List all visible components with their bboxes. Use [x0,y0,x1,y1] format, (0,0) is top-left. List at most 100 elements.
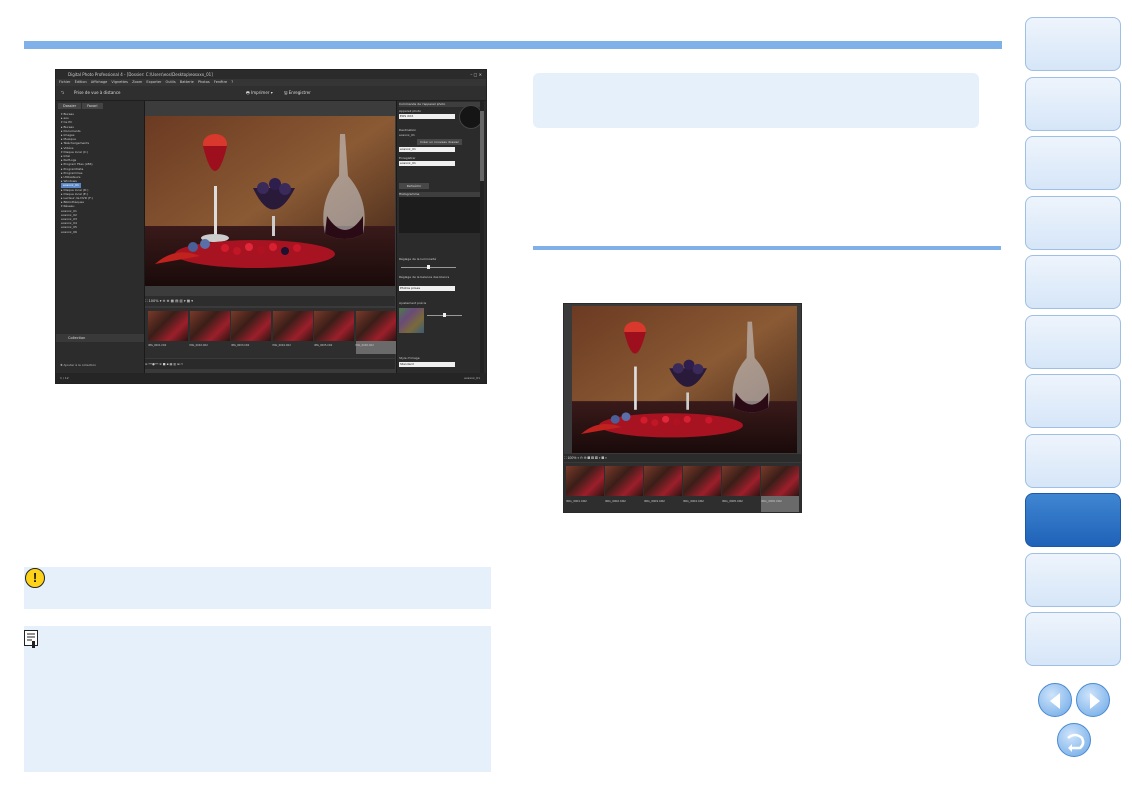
folder-tabs: Dossier Favori [58,103,104,109]
save-button[interactable]: 🖫 Enregistrer [284,86,311,100]
zoom-level[interactable]: 100% [149,299,159,303]
chapter-tab[interactable] [1025,612,1121,666]
chapter-tab[interactable] [1025,195,1121,250]
camera-control-panel: Commande de l'appareil photo Appareil ph… [396,101,486,373]
back-arrow-icon[interactable]: ⮌ [61,86,64,100]
thumbnail-filename: IMG_0001.CR2 [566,499,587,503]
viewer-screenshot: ⛶ 100% ▾ ⊖ ⊕ ▦ ▤ ▥ ▾ ▦ ▾ IMG_0001.CR2 IMG… [563,303,802,513]
thumbnail[interactable]: IMG_0003.CR2 [644,466,682,512]
color-grid[interactable] [399,308,424,333]
caution-box [24,567,491,609]
menu-item[interactable]: Batterie [180,80,194,84]
chapter-tab[interactable] [1025,493,1121,547]
wb-field[interactable]: Photos prises [399,286,455,291]
save-name-field[interactable]: eosxxx_01 [399,161,455,166]
camera-field[interactable]: EOS XXX [399,114,455,119]
histogram [399,197,481,233]
destination-label: Destination [399,128,417,132]
tone-label: Ajustement précis [399,301,427,305]
thumbnail[interactable]: IMG_0002.CR2 [605,466,643,512]
return-icon[interactable] [1057,723,1091,757]
prev-page-icon[interactable] [1038,683,1072,717]
brightness-knob[interactable] [427,265,430,269]
thumbnail[interactable]: IMG_0001.CR2 [566,466,604,512]
thumbnail[interactable]: IMG_0002.CR2 [189,311,230,354]
menu-item[interactable]: Fichier [59,80,70,84]
zoom-level[interactable]: 100% [567,456,576,460]
thumbnail[interactable]: IMG_0003.CR2 [231,311,271,354]
status-bar: 1 / 12 eosxxx_01 [56,373,486,383]
tab-favorite[interactable]: Favori [82,103,103,109]
thumbnail[interactable]: IMG_0006.CR2 [355,311,396,354]
add-collection-button[interactable]: ✚ Ajouter à la collection [60,363,96,367]
menu-item[interactable]: Outils [166,80,176,84]
thumbnail-filename: IMG_0003.CR2 [644,499,665,503]
dpp-screenshot: Digital Photo Professional 4 - [Dossier:… [55,69,487,384]
app-toolbar: ⮌ Prise de vue à distance 🖶 Imprimer ▾ 🖫… [56,86,486,101]
chapter-tab[interactable] [1025,17,1121,71]
thumbnail-image [683,466,721,496]
print-label: Imprimer [251,90,270,95]
window-controls[interactable]: – □ ✕ [470,70,482,79]
menu-bar: Fichier Édition Affichage Vignettes Zoom… [56,79,486,86]
thumbnail-image [189,311,230,341]
next-page-icon[interactable] [1076,683,1110,717]
tab-folder[interactable]: Dossier [58,103,82,109]
thumbnail-filename: IMG_0005.CR2 [314,344,333,347]
app-titlebar: Digital Photo Professional 4 - [Dossier:… [56,70,486,79]
menu-item[interactable]: ? [231,80,233,84]
create-folder-button[interactable]: Créer un nouveau dossier [417,139,462,145]
chapter-tab[interactable] [1025,552,1121,607]
folder-field[interactable]: eosxxx_01 [399,147,455,152]
thumbnail[interactable]: IMG_0005.CR2 [722,466,760,512]
panel-scrollbar[interactable] [480,101,484,373]
thumbnail-filename: IMG_0003.CR2 [231,344,250,347]
fit-icon[interactable]: ⛶ [145,299,147,303]
menu-item[interactable]: Édition [75,80,87,84]
style-label: Style d'image [399,356,420,360]
thumbnail-strip-small: IMG_0001.CR2 IMG_0002.CR2 IMG_0003.CR2 IMG_… [564,463,801,512]
thumbnail-image [566,466,604,496]
thumbnail-filename: IMG_0004.CR2 [272,344,291,347]
info-box [533,73,979,128]
print-button[interactable]: 🖶 Imprimer ▾ [246,86,273,100]
memo-box [24,626,491,772]
remote-shooting-label[interactable]: Prise de vue à distance [74,86,121,100]
menu-item[interactable]: Photos [198,80,210,84]
chapter-tab[interactable] [1025,433,1121,488]
folder-panel: Dossier Favori ▾ Bureau ▸ eos ▾ Ce PC ▸ B… [56,101,145,373]
thumbnail[interactable]: IMG_0004.CR2 [272,311,313,354]
thumbnail[interactable]: IMG_0006.CR2 [761,466,799,512]
image-viewer[interactable] [145,101,395,301]
thumbnail-image [605,466,643,496]
chapter-tab[interactable] [1025,136,1121,190]
reload-button[interactable]: Rafraîchir [399,183,429,189]
collection-label: Collection [68,336,86,340]
menu-item[interactable]: Exporter [146,80,161,84]
thumbnail-strip: IMG_0001.CR2 IMG_0002.CR2 IMG_0003.CR2 IMG_… [145,308,396,358]
chapter-tab[interactable] [1025,314,1121,369]
thumbnail[interactable]: IMG_0005.CR2 [314,311,354,354]
destination-value: eosxxx_01 [399,133,415,137]
style-field[interactable]: Standard [399,362,455,367]
menu-item[interactable]: Fenêtre [214,80,227,84]
add-collection-label: Ajouter à la collection [63,363,97,367]
thumbnail[interactable]: IMG_0004.CR2 [683,466,721,512]
thumbnail-image [272,311,313,341]
thumbnail-image [761,466,799,496]
still-life-photo [145,116,395,286]
thumbnail-image [314,311,354,341]
camera-label: Appareil photo [399,109,421,113]
scroll-thumb[interactable] [480,111,484,181]
chapter-tab[interactable] [1025,374,1121,428]
tone-knob[interactable] [443,313,446,317]
viewer-toolbar-small: ⛶ 100% ▾ ⊖ ⊕ ▦ ▤ ▥ ▾ ▦ ▾ [564,454,801,462]
tree-item[interactable]: eosxxx_06 [61,230,141,234]
thumbnail-filename: IMG_0005.CR2 [722,499,743,503]
menu-item[interactable]: Zoom [132,80,142,84]
thumbnail[interactable]: IMG_0001.CR2 [148,311,188,354]
chapter-tab[interactable] [1025,255,1121,309]
menu-item[interactable]: Vignettes [111,80,128,84]
chapter-tab[interactable] [1025,76,1121,131]
menu-item[interactable]: Affichage [91,80,107,84]
